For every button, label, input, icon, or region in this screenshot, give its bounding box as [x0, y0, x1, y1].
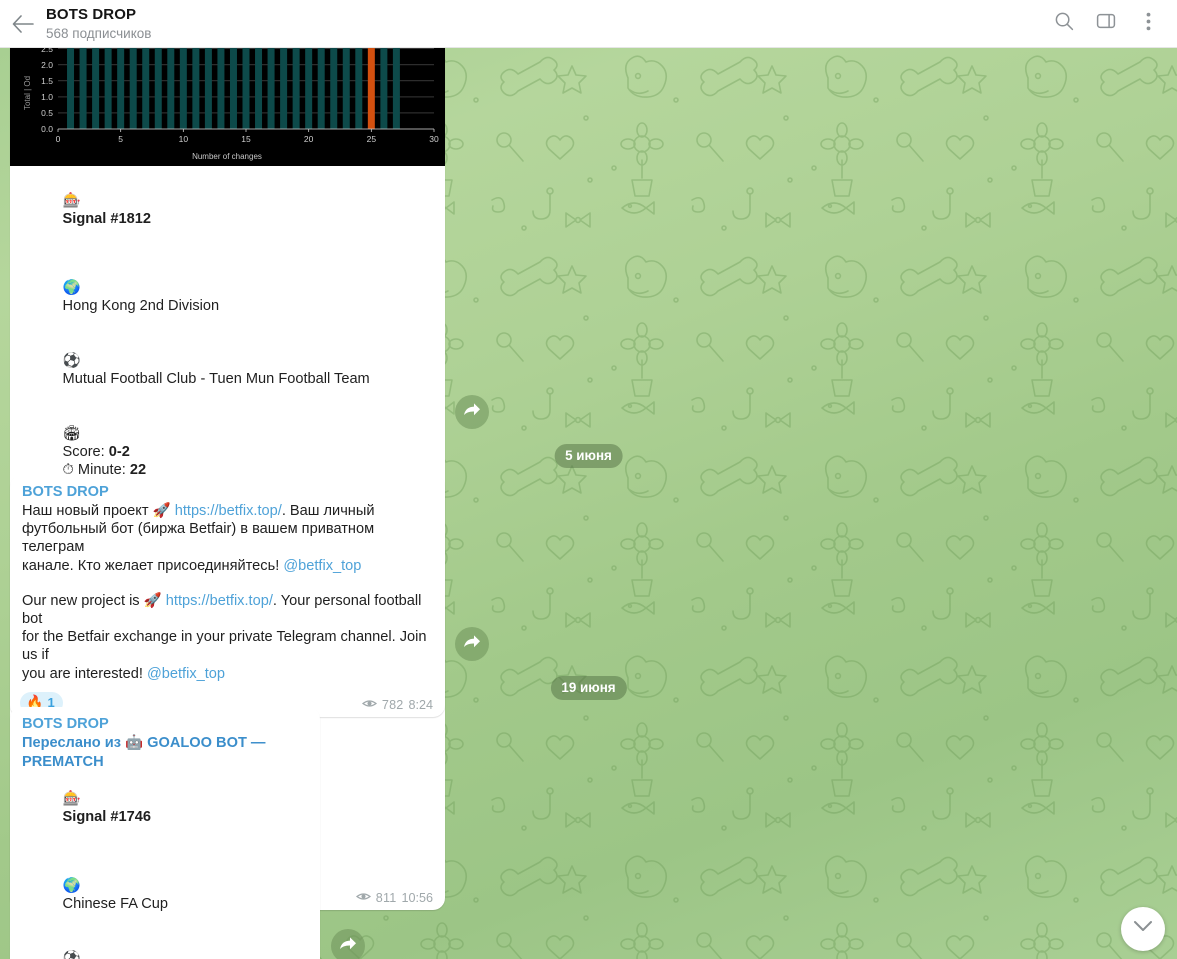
- svg-text:10: 10: [179, 134, 189, 144]
- promo-ru-part1: Наш новый проект: [22, 503, 153, 519]
- message-time: 10:56: [401, 890, 433, 905]
- globe-icon: 🌍: [62, 878, 81, 895]
- svg-text:2.5: 2.5: [41, 48, 53, 54]
- slot-machine-icon: 🎰: [62, 193, 81, 210]
- slot-machine-icon: 🎰: [62, 791, 81, 808]
- message-author: BOTS DROP: [22, 716, 109, 732]
- view-count: 782: [381, 697, 404, 712]
- signal-title-line: 🎰 Signal #1746: [22, 772, 308, 845]
- promo-en-part1: Our new project is: [22, 592, 144, 609]
- score-value: 0-2: [108, 443, 130, 460]
- forward-message-button[interactable]: [331, 929, 365, 959]
- channel-subscribers: 568 подписчиков: [46, 25, 152, 41]
- rocket-icon: 🚀: [143, 592, 162, 609]
- svg-text:0.5: 0.5: [41, 108, 53, 118]
- message-author: BOTS DROP: [22, 484, 109, 500]
- bot-icon: 🤖: [125, 735, 144, 751]
- svg-text:1.5: 1.5: [41, 76, 53, 86]
- stadium-icon: 🏟: [62, 425, 81, 442]
- date-separator-june-5: 5 июня: [554, 444, 623, 468]
- betfix-link-en[interactable]: https://betfix.top/: [166, 593, 273, 609]
- scroll-to-bottom-button[interactable]: [1121, 907, 1165, 951]
- more-vertical-icon: [1146, 12, 1151, 36]
- back-button[interactable]: [0, 0, 46, 48]
- chart-y-axis-label: Total | Od: [23, 76, 32, 110]
- share-arrow-icon: [463, 634, 481, 655]
- promo-text-ru: Наш новый проект 🚀 https://betfix.top/. …: [22, 502, 433, 575]
- svg-text:20: 20: [304, 134, 314, 144]
- svg-text:5: 5: [118, 134, 123, 144]
- share-arrow-icon: [463, 402, 481, 423]
- share-arrow-icon: [339, 936, 357, 957]
- message-meta: 811 10:56: [355, 890, 433, 905]
- message-time: 8:24: [408, 697, 433, 712]
- rocket-icon: 🚀: [152, 503, 171, 519]
- chart-image[interactable]: 26 мая Total | Od Number of changes 0.00…: [10, 48, 445, 166]
- message-meta: 782 8:24: [361, 697, 433, 712]
- chart-x-axis-label: Number of changes: [192, 152, 262, 161]
- league-name: Chinese FA Cup: [62, 896, 169, 913]
- forwarded-from-line[interactable]: Переслано из 🤖 GOALOO BOT — PREMATCH: [22, 734, 308, 772]
- message-content: BOTS DROP Переслано из 🤖 GOALOO BOT — PR…: [10, 707, 320, 959]
- channel-title: BOTS DROP: [46, 5, 137, 23]
- header-title-block[interactable]: BOTS DROP 568 подписчиков: [46, 6, 1045, 42]
- eye-icon: [361, 698, 377, 712]
- betfix-mention-en[interactable]: @betfix_top: [147, 666, 225, 682]
- league-line: 🌍 Chinese FA Cup: [22, 859, 308, 932]
- signal-title: Signal #1746: [62, 809, 151, 826]
- message-list: 26 мая Total | Od Number of changes 0.00…: [0, 48, 1177, 959]
- arrow-left-icon: [12, 14, 34, 33]
- more-options-button[interactable]: [1129, 5, 1167, 43]
- svg-text:30: 30: [429, 134, 439, 144]
- chat-scroll-area[interactable]: 26 мая Total | Od Number of changes 0.00…: [0, 48, 1177, 959]
- betfix-mention-ru[interactable]: @betfix_top: [283, 558, 361, 574]
- betfix-link-ru[interactable]: https://betfix.top/: [175, 503, 282, 519]
- forward-message-button[interactable]: [455, 395, 489, 429]
- league-name: Hong Kong 2nd Division: [62, 298, 220, 315]
- view-count: 811: [375, 890, 397, 905]
- teams-line: ⚽ Mutual Football Club - Tuen Mun Footba…: [22, 334, 433, 407]
- message-bubble-betfix[interactable]: BOTS DROP Наш новый проект 🚀 https://bet…: [10, 475, 445, 717]
- chevron-down-icon: [1133, 920, 1153, 938]
- forward-message-button[interactable]: [455, 627, 489, 661]
- globe-icon: 🌍: [62, 280, 81, 297]
- svg-text:1.0: 1.0: [41, 92, 53, 102]
- svg-text:0: 0: [56, 134, 61, 144]
- message-content: BOTS DROP Наш новый проект 🚀 https://bet…: [10, 475, 445, 689]
- message-bubble-signal-1746[interactable]: BOTS DROP Переслано из 🤖 GOALOO BOT — PR…: [10, 707, 320, 959]
- soccer-ball-icon: ⚽: [62, 352, 81, 369]
- teams-name: Mutual Football Club - Tuen Mun Football…: [62, 371, 370, 388]
- date-separator-june-19: 19 июня: [550, 676, 627, 700]
- odds-drop-bar-chart: Total | Od Number of changes 0.0 0.5 1.0 1.…: [10, 48, 445, 166]
- toggle-info-panel-button[interactable]: [1087, 5, 1125, 43]
- eye-icon: [355, 891, 371, 905]
- sidebar-toggle-icon: [1096, 11, 1116, 36]
- signal-title: Signal #1812: [62, 211, 151, 228]
- forwarded-prefix: Переслано из: [22, 735, 126, 751]
- soccer-ball-icon: ⚽: [62, 950, 81, 959]
- league-line: 🌍 Hong Kong 2nd Division: [22, 261, 433, 334]
- signal-title-line: 🎰 Signal #1812: [22, 174, 433, 247]
- svg-text:25: 25: [367, 134, 377, 144]
- promo-text-en: Our new project is 🚀 https://betfix.top/…: [22, 592, 433, 683]
- score-label: Score:: [62, 443, 109, 460]
- svg-text:0.0: 0.0: [41, 124, 53, 134]
- header-actions: [1045, 5, 1177, 43]
- svg-text:2.0: 2.0: [41, 60, 53, 70]
- search-icon: [1054, 11, 1074, 36]
- svg-text:15: 15: [241, 134, 251, 144]
- search-button[interactable]: [1045, 5, 1083, 43]
- teams-line: ⚽ Langfang City of Glory - Qingdao Manat…: [22, 932, 308, 959]
- channel-header: BOTS DROP 568 подписчиков: [0, 0, 1177, 48]
